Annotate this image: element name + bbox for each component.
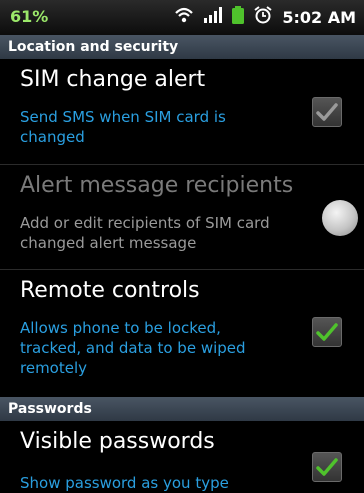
- remote-controls-summary: Allows phone to be locked, tracked, and …: [20, 319, 246, 377]
- alert-message-recipients-setting[interactable]: Alert message recipients Add or edit rec…: [0, 165, 364, 269]
- status-right-area: 5:02 AM: [174, 6, 356, 28]
- alert-recipients-summary: Add or edit recipients of SIM card chang…: [20, 214, 270, 252]
- alarm-icon: [254, 6, 272, 28]
- battery-icon: [232, 6, 245, 28]
- sim-change-alert-checkbox[interactable]: [312, 97, 342, 127]
- checkmark-icon: [316, 323, 338, 341]
- visible-passwords-title: Visible passwords: [20, 429, 215, 454]
- visible-passwords-setting[interactable]: Visible passwords Show password as you t…: [0, 421, 364, 492]
- remote-controls-setting[interactable]: Remote controls Allows phone to be locke…: [0, 270, 364, 396]
- sim-change-alert-summary: Send SMS when SIM card is changed: [20, 108, 226, 146]
- checkmark-icon: [316, 458, 338, 476]
- remote-controls-checkbox[interactable]: [312, 317, 342, 347]
- visible-passwords-summary: Show password as you type: [20, 474, 229, 492]
- status-time: 5:02 AM: [282, 7, 356, 27]
- remote-controls-title: Remote controls: [20, 278, 200, 303]
- sim-change-alert-title: SIM change alert: [20, 67, 206, 92]
- section-header-passwords: Passwords: [0, 397, 364, 421]
- checkmark-icon: [316, 103, 338, 121]
- alert-recipients-radio-button[interactable]: [322, 200, 358, 236]
- alert-recipients-title: Alert message recipients: [20, 173, 294, 198]
- sim-change-alert-setting[interactable]: SIM change alert Send SMS when SIM card …: [0, 59, 364, 164]
- signal-icon: [204, 7, 223, 27]
- visible-passwords-checkbox[interactable]: [312, 452, 342, 482]
- wifi-icon: [174, 6, 194, 28]
- status-left-indicator: 61%: [10, 7, 49, 26]
- status-bar: 61% 5:02 AM: [0, 0, 364, 35]
- section-header-location-security: Location and security: [0, 35, 364, 59]
